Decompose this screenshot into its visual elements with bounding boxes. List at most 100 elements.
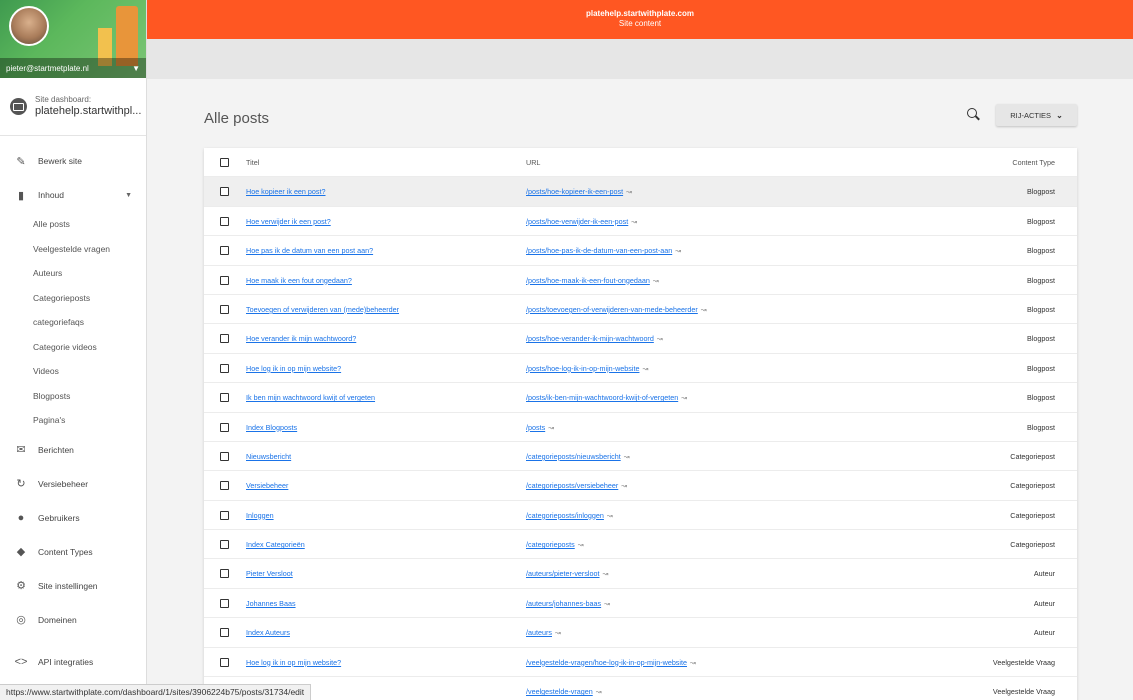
table-row[interactable]: Inloggen/categorieposts/inloggen ↝ Categor… <box>204 501 1077 531</box>
row-checkbox[interactable] <box>220 657 229 667</box>
chevron-down-icon[interactable]: ▼ <box>125 192 132 199</box>
row-url-link[interactable]: /posts/hoe-verander-ik-mijn-wachtwoord ↝ <box>526 324 663 354</box>
profile-header[interactable]: pieter@startmetplate.nl ▼ <box>0 0 146 78</box>
table-row[interactable]: Pieter Versloot/auteurs/pieter-versloot ↝… <box>204 559 1077 589</box>
sidebar-item-bewerk-site[interactable]: ✎ Bewerk site <box>0 144 146 178</box>
row-title-link[interactable]: Inloggen <box>246 501 274 530</box>
caret-down-icon[interactable]: ▼ <box>132 64 140 73</box>
sidebar-subitem-videos[interactable]: Videos <box>0 359 146 384</box>
table-row[interactable]: /veelgestelde-vragen ↝ Veelgestelde Vraag <box>204 677 1077 700</box>
row-title-link[interactable]: Index Auteurs <box>246 618 290 647</box>
row-url-link[interactable]: /categorieposts/inloggen ↝ <box>526 501 613 531</box>
sidebar-subitem-paginas[interactable]: Pagina's <box>0 408 146 433</box>
row-title-link[interactable]: Hoe verwijder ik een post? <box>246 207 331 236</box>
row-checkbox[interactable] <box>220 393 229 403</box>
table-row[interactable]: Index Categorieën/categorieposts ↝ Categor… <box>204 530 1077 560</box>
row-title-link[interactable]: Nieuwsbericht <box>246 442 291 471</box>
row-url-link[interactable]: /posts ↝ <box>526 413 554 443</box>
row-checkbox[interactable] <box>220 187 229 197</box>
row-title-link[interactable]: Toevoegen of verwijderen van (mede)behee… <box>246 295 399 324</box>
row-url-link[interactable]: /veelgestelde-vragen ↝ <box>526 677 602 700</box>
avatar[interactable] <box>9 6 49 46</box>
sidebar-subitem-categoriefaqs[interactable]: categoriefaqs <box>0 310 146 335</box>
column-header-url[interactable]: URL <box>526 148 540 177</box>
table-row[interactable]: Ik ben mijn wachtwoord kwijt of vergeten… <box>204 383 1077 413</box>
table-row[interactable]: Hoe pas ik de datum van een post aan? /po… <box>204 236 1077 266</box>
row-url-link[interactable]: /posts/hoe-maak-ik-een-fout-ongedaan ↝ <box>526 266 659 296</box>
sidebar-item-content-types[interactable]: ◆ Content Types <box>0 535 146 569</box>
sidebar-item-versiebeheer[interactable]: ↻ Versiebeheer <box>0 467 146 501</box>
row-url-link[interactable]: /auteurs/pieter-versloot ↝ <box>526 559 608 589</box>
table-row[interactable]: Hoe log ik in op mijn website? /veelgeste… <box>204 648 1077 678</box>
sidebar-item-site-instellingen[interactable]: ⚙ Site instellingen <box>0 569 146 603</box>
row-url-link[interactable]: /posts/hoe-verwijder-ik-een-post ↝ <box>526 207 637 237</box>
row-title-link[interactable]: Hoe log ik in op mijn website? <box>246 648 341 677</box>
row-title-link[interactable]: Ik ben mijn wachtwoord kwijt of vergeten <box>246 383 375 412</box>
select-all-checkbox[interactable] <box>220 158 229 167</box>
account-switcher[interactable]: pieter@startmetplate.nl ▼ <box>0 58 146 78</box>
sidebar-item-berichten[interactable]: ✉ Berichten <box>0 433 146 467</box>
row-checkbox[interactable] <box>220 598 229 608</box>
row-checkbox[interactable] <box>220 628 229 638</box>
row-checkbox[interactable] <box>220 510 229 520</box>
row-checkbox[interactable] <box>220 246 229 256</box>
row-checkbox[interactable] <box>220 569 229 579</box>
row-title-link[interactable]: Versiebeheer <box>246 471 288 500</box>
sidebar-subitem-auteurs[interactable]: Auteurs <box>0 261 146 286</box>
row-checkbox[interactable] <box>220 422 229 432</box>
table-row[interactable]: Hoe kopieer ik een post? /posts/hoe-kopie… <box>204 177 1077 207</box>
row-url-link[interactable]: /posts/toevoegen-of-verwijderen-van-mede… <box>526 295 707 325</box>
sidebar-subitem-blogposts[interactable]: Blogposts <box>0 384 146 409</box>
table-row[interactable]: Nieuwsbericht/categorieposts/nieuwsberic… <box>204 442 1077 472</box>
row-title-link[interactable]: Hoe maak ik een fout ongedaan? <box>246 266 352 295</box>
sidebar-item-gebruikers[interactable]: ● Gebruikers <box>0 501 146 535</box>
column-header-content-type[interactable]: Content Type <box>1012 148 1055 177</box>
row-title-link[interactable]: Index Blogposts <box>246 413 297 442</box>
row-checkbox[interactable] <box>220 334 229 344</box>
table-row[interactable]: Toevoegen of verwijderen van (mede)behee… <box>204 295 1077 325</box>
row-url-link[interactable]: /auteurs ↝ <box>526 618 561 648</box>
row-title-link[interactable]: Index Categorieën <box>246 530 305 559</box>
table-row[interactable]: Hoe maak ik een fout ongedaan? /posts/hoe… <box>204 266 1077 295</box>
sidebar-item-domeinen[interactable]: ◎ Domeinen <box>0 603 146 637</box>
row-url-link[interactable]: /categorieposts/versiebeheer ↝ <box>526 471 627 501</box>
row-url-link[interactable]: /posts/hoe-pas-ik-de-datum-van-een-post-… <box>526 236 681 266</box>
search-icon[interactable] <box>966 107 982 123</box>
table-row[interactable]: Johannes Baas/auteurs/johannes-baas ↝ Aute… <box>204 589 1077 619</box>
row-title-link[interactable]: Johannes Baas <box>246 589 296 618</box>
table-row[interactable]: Index Blogposts/posts ↝ Blogpost <box>204 413 1077 442</box>
sidebar-item-inhoud[interactable]: ▮ Inhoud ▼ <box>0 178 146 212</box>
column-header-title[interactable]: Titel <box>246 148 259 177</box>
row-url-link[interactable]: /posts/hoe-log-ik-in-op-mijn-website ↝ <box>526 354 648 384</box>
row-checkbox[interactable] <box>220 481 229 491</box>
table-row[interactable]: Hoe verander ik mijn wachtwoord? /posts/h… <box>204 324 1077 354</box>
row-checkbox[interactable] <box>220 451 229 461</box>
table-row[interactable]: Index Auteurs/auteurs ↝ Auteur <box>204 618 1077 648</box>
table-row[interactable]: Versiebeheer/categorieposts/versiebeheer… <box>204 471 1077 501</box>
row-title-link[interactable]: Pieter Versloot <box>246 559 293 588</box>
row-url-link[interactable]: /posts/hoe-kopieer-ik-een-post ↝ <box>526 177 632 207</box>
sidebar-subitem-veelgestelde-vragen[interactable]: Veelgestelde vragen <box>0 237 146 262</box>
sidebar-subitem-categorieposts[interactable]: Categorieposts <box>0 286 146 311</box>
site-dashboard-link[interactable]: Site dashboard: platehelp.startwithpl... <box>0 78 146 136</box>
row-url-link[interactable]: /categorieposts/nieuwsbericht ↝ <box>526 442 630 472</box>
row-title-link[interactable]: Hoe kopieer ik een post? <box>246 177 326 206</box>
sidebar-subitem-alle-posts[interactable]: Alle posts <box>0 212 146 237</box>
row-url-link[interactable]: /categorieposts ↝ <box>526 530 584 560</box>
sidebar-subitem-categorie-videos[interactable]: Categorie videos <box>0 335 146 360</box>
row-title-link[interactable]: Hoe log ik in op mijn website? <box>246 354 341 383</box>
row-actions-button[interactable]: RIJ-ACTIES ⌄ <box>996 104 1077 126</box>
table-row[interactable]: Hoe verwijder ik een post? /posts/hoe-ver… <box>204 207 1077 237</box>
row-url-link[interactable]: /auteurs/johannes-baas ↝ <box>526 589 610 619</box>
row-url-link[interactable]: /posts/ik-ben-mijn-wachtwoord-kwijt-of-v… <box>526 383 687 413</box>
row-title-link[interactable]: Hoe pas ik de datum van een post aan? <box>246 236 373 265</box>
row-checkbox[interactable] <box>220 363 229 373</box>
table-row[interactable]: Hoe log ik in op mijn website? /posts/hoe… <box>204 354 1077 384</box>
row-checkbox[interactable] <box>220 540 229 550</box>
row-url-link[interactable]: /veelgestelde-vragen/hoe-log-ik-in-op-mi… <box>526 648 696 678</box>
row-title-link[interactable]: Hoe verander ik mijn wachtwoord? <box>246 324 356 353</box>
row-checkbox[interactable] <box>220 216 229 226</box>
sidebar-item-api-integraties[interactable]: <> API integraties <box>0 645 146 679</box>
row-checkbox[interactable] <box>220 275 229 285</box>
row-checkbox[interactable] <box>220 304 229 314</box>
